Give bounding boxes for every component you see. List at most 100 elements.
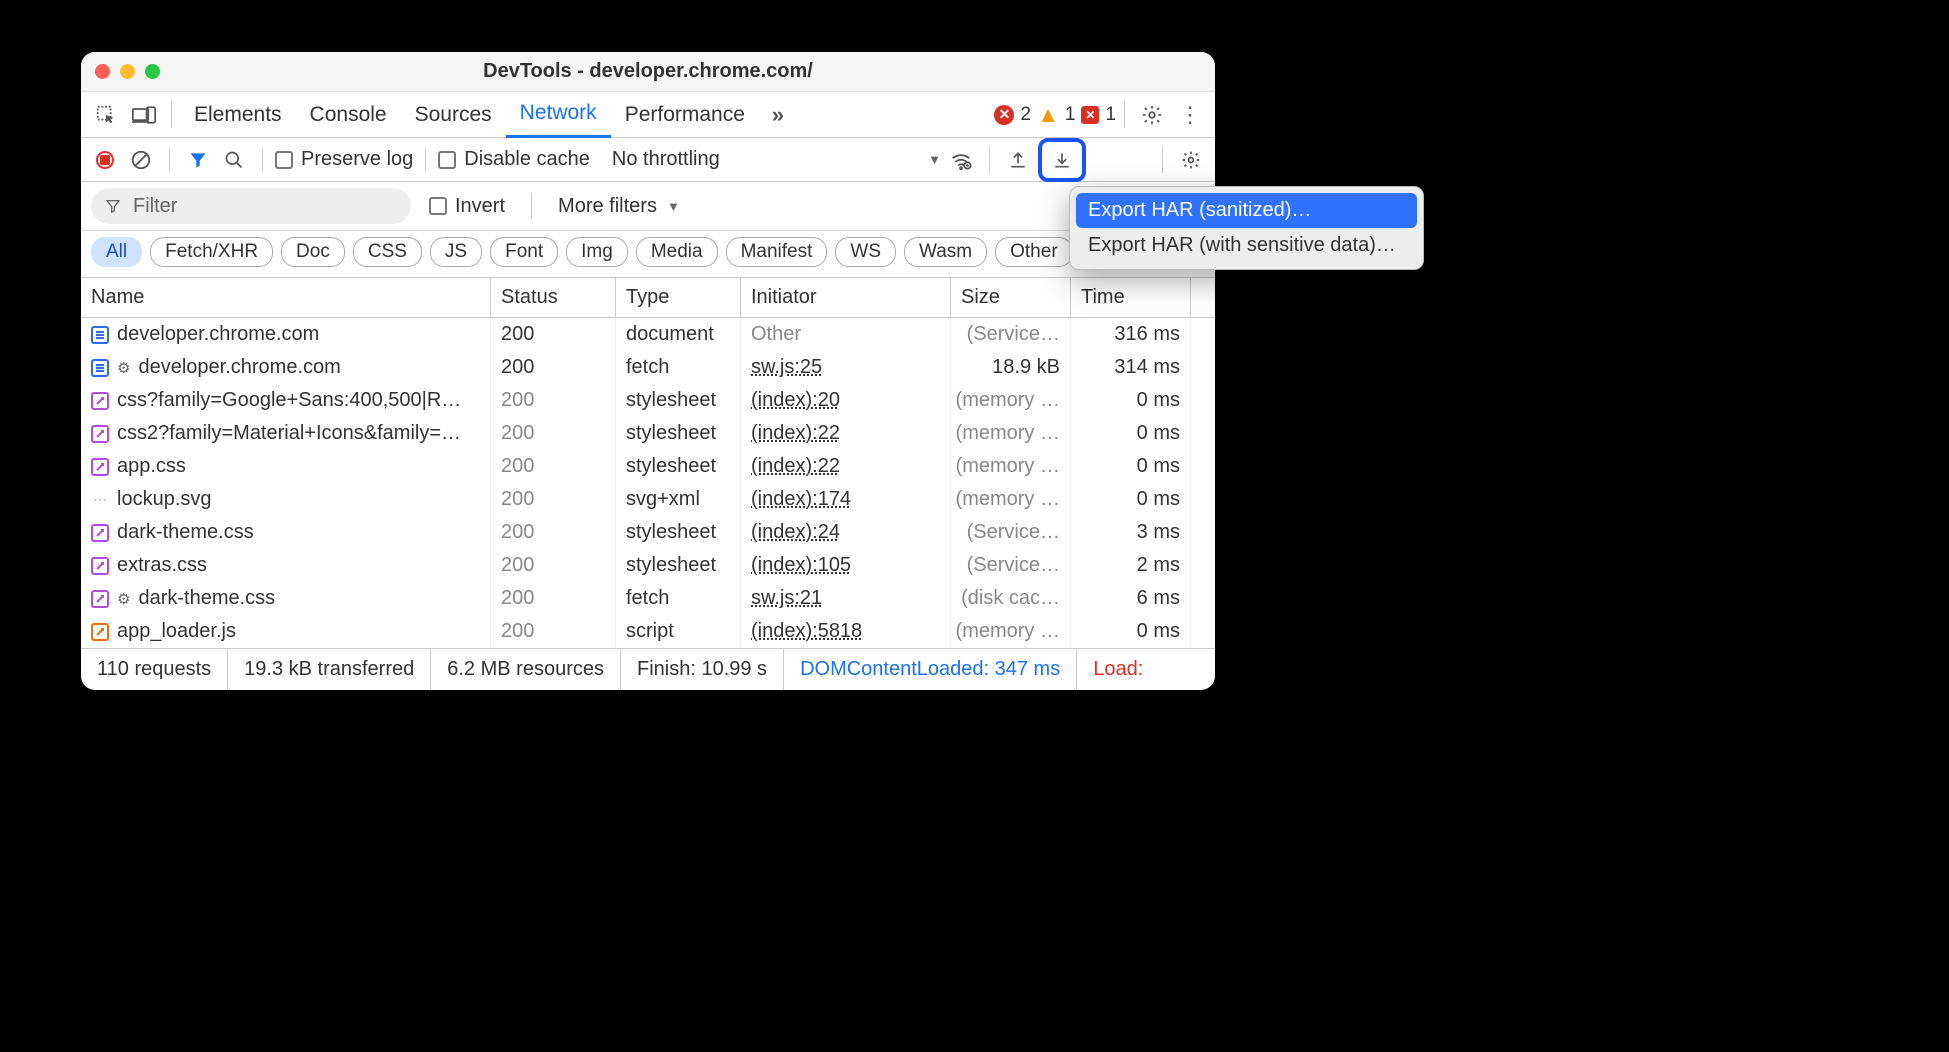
column-header-name[interactable]: Name xyxy=(81,278,491,317)
request-initiator[interactable]: sw.js:25 xyxy=(751,356,822,379)
request-initiator[interactable]: (index):20 xyxy=(751,389,840,412)
column-header-size[interactable]: Size xyxy=(951,278,1071,317)
column-header-time[interactable]: Time xyxy=(1071,278,1191,317)
request-status: 200 xyxy=(491,417,616,450)
close-window-button[interactable] xyxy=(95,64,110,79)
table-row[interactable]: app.css200stylesheet(index):22(memory …0… xyxy=(81,450,1215,483)
request-name: css2?family=Material+Icons&family=… xyxy=(117,422,461,445)
request-size: (memory … xyxy=(951,483,1071,516)
filter-chip-css[interactable]: CSS xyxy=(353,237,422,267)
filter-icon[interactable] xyxy=(182,144,214,176)
request-type: stylesheet xyxy=(616,450,741,483)
request-size: (disk cac… xyxy=(951,582,1071,615)
request-initiator[interactable]: (index):22 xyxy=(751,455,840,478)
filter-chip-other[interactable]: Other xyxy=(995,237,1073,267)
request-status: 200 xyxy=(491,351,616,384)
filter-chip-js[interactable]: JS xyxy=(430,237,482,267)
filter-chip-wasm[interactable]: Wasm xyxy=(904,237,987,267)
maximize-window-button[interactable] xyxy=(145,64,160,79)
inspect-element-icon[interactable] xyxy=(89,98,123,132)
table-row[interactable]: developer.chrome.com200documentOther(Ser… xyxy=(81,318,1215,351)
table-row[interactable]: dark-theme.css200stylesheet(index):24(Se… xyxy=(81,516,1215,549)
column-header-type[interactable]: Type xyxy=(616,278,741,317)
request-initiator: Other xyxy=(751,323,801,346)
tab-elements[interactable]: Elements xyxy=(180,92,296,138)
request-name: app_loader.js xyxy=(117,620,236,643)
table-row[interactable]: ⋯lockup.svg200svg+xml(index):174(memory … xyxy=(81,483,1215,516)
table-row[interactable]: ⚙dark-theme.css200fetchsw.js:21(disk cac… xyxy=(81,582,1215,615)
device-toolbar-icon[interactable] xyxy=(127,98,161,132)
export-har-sensitive[interactable]: Export HAR (with sensitive data)… xyxy=(1076,228,1417,263)
status-domcontentloaded: DOMContentLoaded: 347 ms xyxy=(784,649,1077,690)
css-file-icon xyxy=(91,557,109,575)
devtools-window: DevTools - developer.chrome.com/ Element… xyxy=(81,52,1215,690)
disable-cache-label: Disable cache xyxy=(464,148,590,171)
minimize-window-button[interactable] xyxy=(120,64,135,79)
request-initiator[interactable]: (index):24 xyxy=(751,521,840,544)
tab-console[interactable]: Console xyxy=(296,92,401,138)
invert-checkbox[interactable]: Invert xyxy=(429,195,505,218)
request-size: (memory … xyxy=(951,384,1071,417)
search-icon[interactable] xyxy=(218,144,250,176)
request-name: extras.css xyxy=(117,554,207,577)
preserve-log-checkbox[interactable]: Preserve log xyxy=(275,148,413,171)
filter-chip-img[interactable]: Img xyxy=(566,237,628,267)
tab-network[interactable]: Network xyxy=(506,92,611,138)
more-filters-dropdown[interactable]: More filters▼ xyxy=(558,195,680,218)
export-har-button[interactable] xyxy=(1046,144,1078,176)
record-button[interactable] xyxy=(89,144,121,176)
service-worker-gear-icon: ⚙ xyxy=(117,359,130,377)
request-initiator[interactable]: (index):105 xyxy=(751,554,851,577)
request-size: 18.9 kB xyxy=(951,351,1071,384)
filter-chip-all[interactable]: All xyxy=(91,237,142,267)
filter-input[interactable]: Filter xyxy=(91,188,411,224)
request-initiator[interactable]: (index):5818 xyxy=(751,620,862,643)
table-row[interactable]: extras.css200stylesheet(index):105(Servi… xyxy=(81,549,1215,582)
status-badges[interactable]: ✕ 2 ▲ 1 ✕ 1 xyxy=(994,102,1116,128)
network-settings-gear-icon[interactable] xyxy=(1175,144,1207,176)
import-har-icon[interactable] xyxy=(1002,144,1034,176)
request-time: 3 ms xyxy=(1071,516,1191,549)
request-name: developer.chrome.com xyxy=(117,323,319,346)
css-file-icon xyxy=(91,458,109,476)
request-initiator[interactable]: (index):22 xyxy=(751,422,840,445)
filter-chip-doc[interactable]: Doc xyxy=(281,237,345,267)
network-conditions-icon[interactable] xyxy=(945,144,977,176)
request-name: developer.chrome.com xyxy=(138,356,340,379)
more-tabs-button[interactable]: » xyxy=(761,98,795,132)
request-initiator[interactable]: (index):174 xyxy=(751,488,851,511)
table-header: NameStatusTypeInitiatorSizeTime xyxy=(81,278,1215,318)
request-status: 200 xyxy=(491,582,616,615)
settings-gear-icon[interactable] xyxy=(1135,98,1169,132)
table-row[interactable]: css?family=Google+Sans:400,500|R…200styl… xyxy=(81,384,1215,417)
status-resources: 6.2 MB resources xyxy=(431,649,621,690)
tab-performance[interactable]: Performance xyxy=(611,92,759,138)
table-row[interactable]: ⚙developer.chrome.com200fetchsw.js:2518.… xyxy=(81,351,1215,384)
invert-label: Invert xyxy=(455,195,505,218)
status-finish: Finish: 10.99 s xyxy=(621,649,784,690)
filter-chip-manifest[interactable]: Manifest xyxy=(726,237,828,267)
disable-cache-checkbox[interactable]: Disable cache xyxy=(438,148,590,171)
table-row[interactable]: css2?family=Material+Icons&family=…200st… xyxy=(81,417,1215,450)
network-toolbar: Preserve log Disable cache No throttling… xyxy=(81,138,1215,182)
export-har-sanitized[interactable]: Export HAR (sanitized)… xyxy=(1076,193,1417,228)
request-initiator[interactable]: sw.js:21 xyxy=(751,587,822,610)
column-header-initiator[interactable]: Initiator xyxy=(741,278,951,317)
filter-chip-ws[interactable]: WS xyxy=(835,237,896,267)
doc-file-icon xyxy=(91,326,109,344)
column-header-status[interactable]: Status xyxy=(491,278,616,317)
filter-chip-media[interactable]: Media xyxy=(636,237,718,267)
css-file-icon xyxy=(91,392,109,410)
filter-chip-fetch-xhr[interactable]: Fetch/XHR xyxy=(150,237,273,267)
filter-chip-font[interactable]: Font xyxy=(490,237,558,267)
type-filter-chips: All Fetch/XHR Doc CSS JS Font Img Media Manifest… xyxy=(81,231,1215,278)
request-status: 200 xyxy=(491,450,616,483)
table-row[interactable]: app_loader.js200script(index):5818(memor… xyxy=(81,615,1215,648)
tab-sources[interactable]: Sources xyxy=(401,92,506,138)
clear-button[interactable] xyxy=(125,144,157,176)
more-menu-icon[interactable]: ⋮ xyxy=(1173,98,1207,132)
request-time: 0 ms xyxy=(1071,417,1191,450)
request-name: app.css xyxy=(117,455,186,478)
throttling-dropdown[interactable]: No throttling xyxy=(612,148,720,171)
filter-placeholder: Filter xyxy=(133,195,177,218)
